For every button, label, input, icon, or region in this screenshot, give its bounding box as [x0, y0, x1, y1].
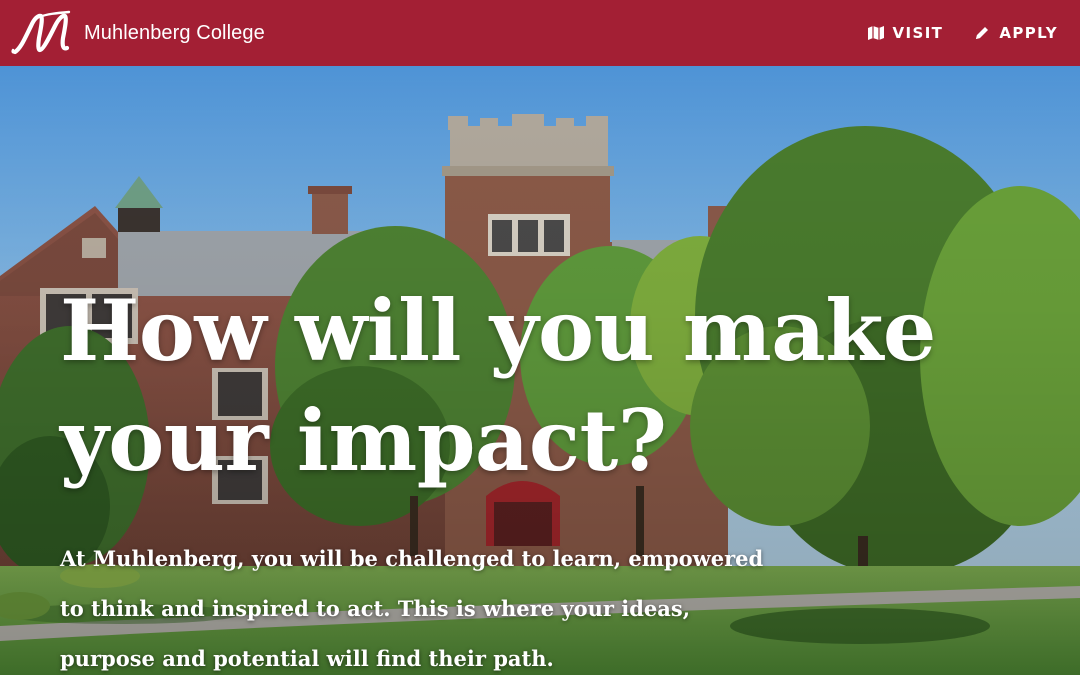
hero-description: At Muhlenberg, you will be challenged to…	[60, 534, 820, 675]
hero-heading: How will you make your impact?	[60, 276, 1020, 496]
pencil-icon	[973, 24, 991, 42]
page: Muhlenberg College VISIT APPLY How will …	[0, 0, 1080, 675]
hero-description-line-1: At Muhlenberg, you will be challenged to…	[60, 546, 764, 571]
hero-description-line-3: purpose and potential will find their pa…	[60, 646, 554, 671]
apply-label: APPLY	[999, 24, 1058, 42]
site-header: Muhlenberg College VISIT APPLY	[0, 0, 1080, 66]
hero-banner: How will you make your impact? At Muhlen…	[0, 66, 1080, 675]
visit-link[interactable]: VISIT	[867, 24, 944, 42]
brand-home-link[interactable]: Muhlenberg College	[0, 0, 265, 66]
hero-heading-line-2: your impact?	[60, 391, 667, 490]
map-icon	[867, 24, 885, 42]
visit-label: VISIT	[892, 24, 944, 42]
hero-heading-line-1: How will you make	[60, 281, 936, 380]
header-nav: VISIT APPLY	[867, 24, 1080, 42]
apply-link[interactable]: APPLY	[973, 24, 1058, 42]
hero-description-line-2: to think and inspired to act. This is wh…	[60, 596, 691, 621]
muhlenberg-m-logo-icon	[10, 8, 76, 58]
brand-name: Muhlenberg College	[84, 21, 265, 44]
